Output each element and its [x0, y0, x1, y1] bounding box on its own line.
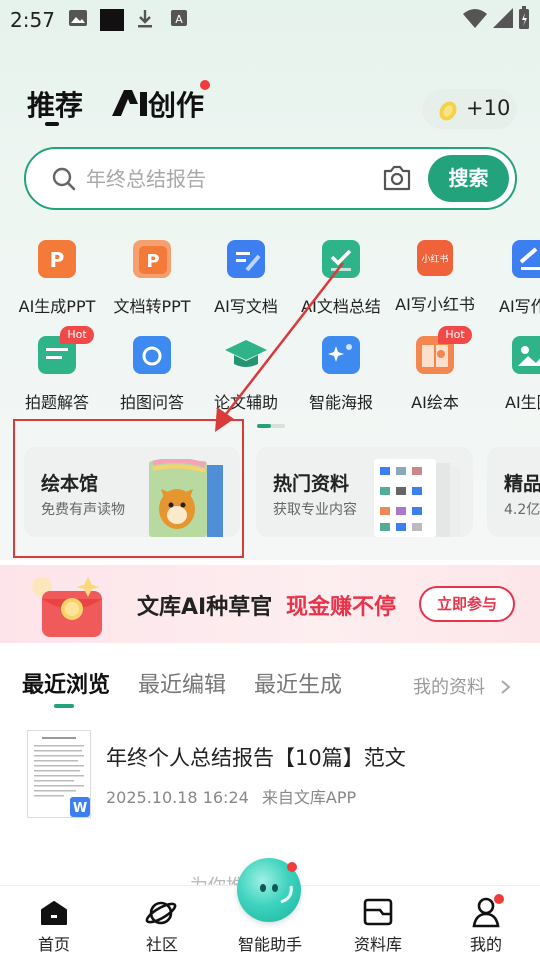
doc-title[interactable]: 年终个人总结报告【10篇】范文 — [106, 742, 406, 772]
join-now-button[interactable]: 立即参与 — [419, 586, 515, 622]
nav-label: 资料库 — [353, 935, 402, 954]
home-icon — [41, 901, 67, 925]
assistant-new-dot — [287, 862, 297, 872]
doc-preview-icon: W — [34, 737, 90, 817]
me-notification-dot — [494, 894, 504, 904]
card-subtitle: 获取专业内容 — [273, 502, 357, 518]
card-title: 热门资料 — [273, 473, 350, 495]
banner-highlight: 现金赚不停 — [286, 595, 397, 620]
chevron-right-icon — [501, 680, 511, 694]
nav-label: 社区 — [145, 935, 178, 954]
nav-label: 首页 — [37, 935, 70, 954]
card-subtitle: 4.2亿 — [504, 502, 540, 518]
card-hot-materials[interactable]: 热门资料 获取专业内容 — [256, 447, 473, 537]
tab-recent-browse[interactable]: 最近浏览 — [22, 667, 110, 699]
annotation-highlight-box — [13, 419, 244, 558]
doc-meta: 2025.10.18 16:24 来自文库APP — [106, 784, 356, 808]
promo-banner[interactable]: 文库AI种草官 现金赚不停 立即参与 — [0, 565, 540, 643]
svg-text:W: W — [73, 801, 87, 816]
doc-thumbnail[interactable]: W — [27, 730, 91, 818]
planet-icon — [145, 901, 177, 925]
nav-label: 智能助手 — [237, 935, 302, 954]
folder-icon — [363, 898, 393, 926]
doc-date: 2025.10.18 16:24 — [106, 788, 249, 807]
nav-label: 我的 — [469, 935, 502, 954]
red-envelope-icon — [32, 577, 102, 637]
recent-tab-indicator — [54, 704, 74, 708]
doc-source: 来自文库APP — [261, 788, 357, 807]
my-files-link[interactable]: 我的资料 — [413, 673, 513, 699]
banner-title: 文库AI种草官 — [137, 595, 273, 620]
card-premium[interactable]: 精品 4.2亿 — [487, 447, 540, 537]
materials-preview-icon — [374, 459, 460, 537]
my-files-label: 我的资料 — [413, 677, 485, 698]
card-title: 精品 — [504, 473, 540, 495]
tab-recent-generate[interactable]: 最近生成 — [254, 667, 342, 699]
tab-recent-edit[interactable]: 最近编辑 — [138, 667, 226, 699]
